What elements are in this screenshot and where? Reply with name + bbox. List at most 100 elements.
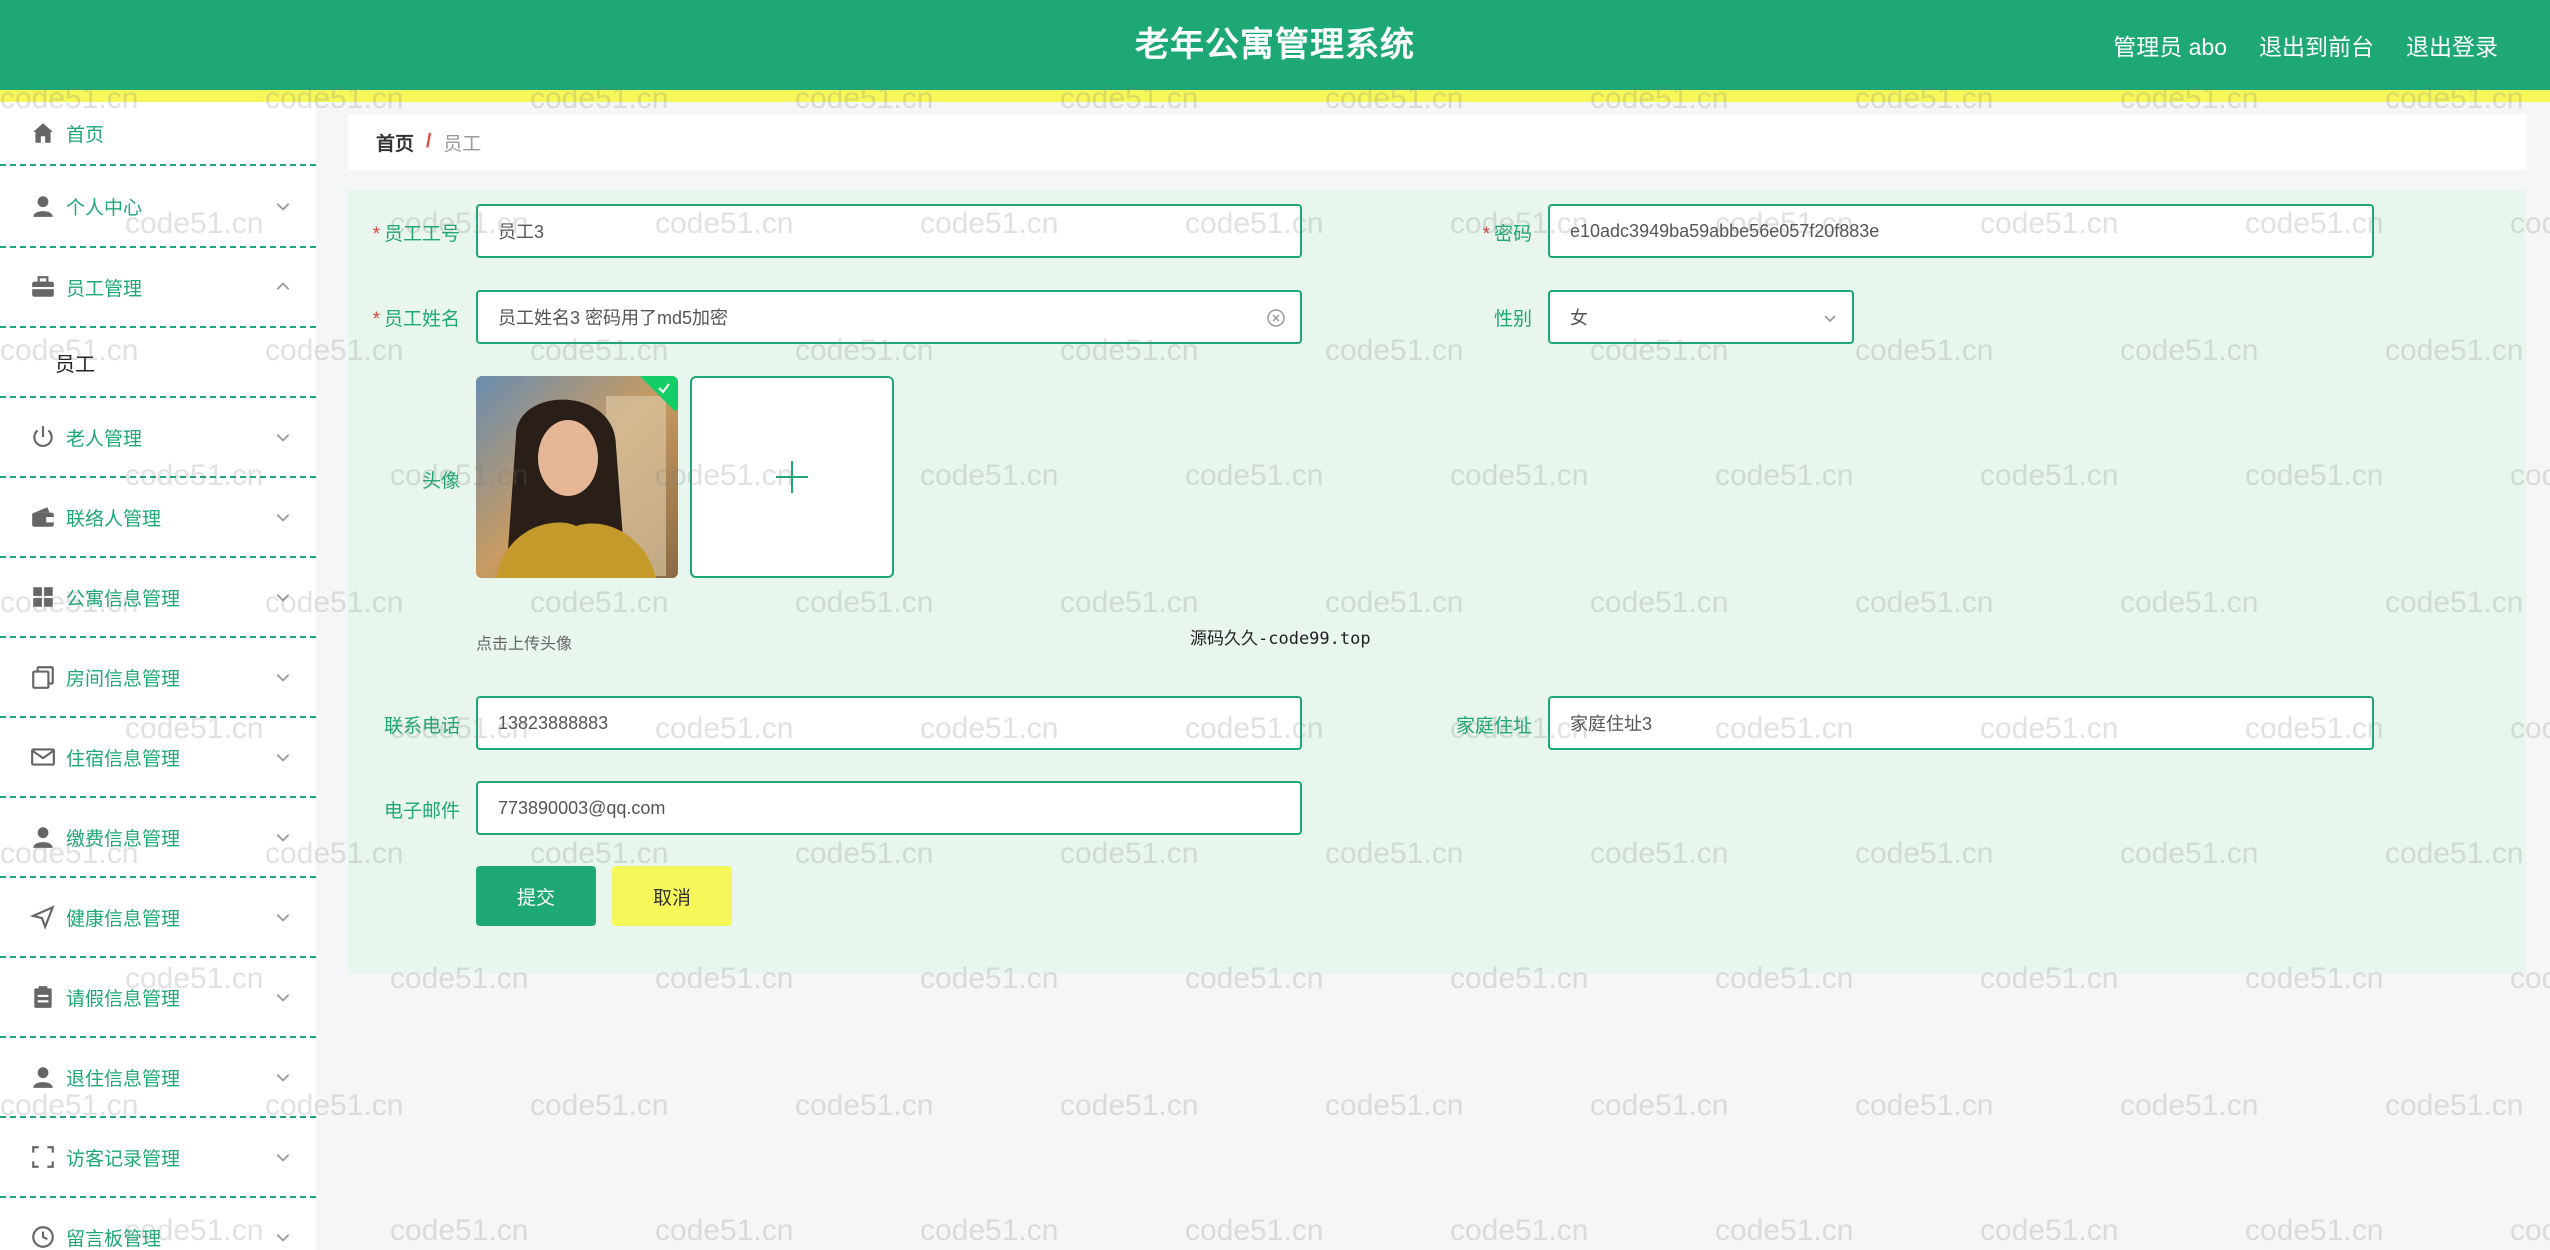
address-input[interactable]: 家庭住址3 — [1548, 696, 2374, 750]
sidebar-item-label: 退住信息管理 — [66, 1068, 181, 1090]
avatar-photo — [476, 376, 678, 578]
sidebar-item-visitor-records[interactable]: 访客记录管理 — [0, 1118, 316, 1198]
chevron-down-icon — [276, 594, 290, 602]
watermark-text: code51.cn — [1185, 1214, 1324, 1247]
briefcase-icon — [32, 276, 54, 297]
breadcrumb: 首页 / 员工 — [348, 114, 2526, 170]
wallet-icon — [32, 507, 54, 527]
plus-icon — [776, 461, 808, 493]
avatar-label: 头像 — [421, 471, 460, 492]
sidebar-item-label: 住宿信息管理 — [66, 748, 181, 770]
sidebar-item-label: 访客记录管理 — [66, 1148, 181, 1170]
watermark-text: code51.cn — [1715, 1214, 1854, 1247]
clipboard-icon — [34, 986, 52, 1008]
header-accent-stripe — [0, 90, 2550, 102]
user-icon — [33, 1067, 53, 1088]
mail-icon — [31, 748, 55, 766]
password-input[interactable]: e10adc3949ba59abbe56e057f20f883e — [1548, 204, 2374, 258]
sidebar-item-elderly-management[interactable]: 老人管理 — [0, 398, 316, 478]
copy-icon — [32, 666, 54, 689]
avatar[interactable] — [476, 376, 678, 578]
sidebar-item-label: 员工管理 — [66, 278, 143, 300]
check-icon — [658, 383, 670, 394]
gender-value: 女 — [1570, 308, 1588, 328]
sidebar-item-personal-center[interactable]: 个人中心 — [0, 166, 316, 248]
watermark-text: code51.cn — [2385, 1089, 2524, 1122]
watermark-text: code51.cn — [1325, 1089, 1464, 1122]
sidebar-item-lodging-info[interactable]: 住宿信息管理 — [0, 718, 316, 798]
sidebar-subitem-employee[interactable]: 员工 — [0, 328, 316, 398]
watermark-text: code51.cn — [1855, 1089, 1994, 1122]
chevron-up-icon — [276, 282, 290, 290]
sidebar-item-label: 缴费信息管理 — [66, 828, 181, 850]
password-label: * 密码 — [1482, 224, 1532, 245]
exit-to-frontend-link[interactable]: 退出到前台 — [2259, 28, 2374, 62]
sidebar-item-apartment-info[interactable]: 公寓信息管理 — [0, 558, 316, 638]
sidebar-item-contact-management[interactable]: 联络人管理 — [0, 478, 316, 558]
cancel-button[interactable]: 取消 — [612, 866, 732, 926]
send-icon — [30, 905, 55, 930]
chevron-down-icon — [276, 994, 290, 1002]
grid-icon — [33, 587, 53, 607]
sidebar-item-label: 健康信息管理 — [66, 908, 181, 930]
breadcrumb-current: 员工 — [443, 133, 482, 155]
watermark-text: code51.cn — [390, 1214, 529, 1247]
chevron-down-icon — [276, 1154, 290, 1162]
sidebar-item-room-info[interactable]: 房间信息管理 — [0, 638, 316, 718]
chevron-down-icon — [276, 1234, 290, 1242]
sidebar-item-leave-info[interactable]: 请假信息管理 — [0, 958, 316, 1038]
upload-hint: 点击上传头像 — [476, 636, 573, 653]
emp-no-label: * 员工工号 — [372, 224, 460, 245]
emp-no-input[interactable]: 员工3 — [476, 204, 1302, 258]
emp-name-label: * 员工姓名 — [372, 309, 460, 330]
user-icon — [33, 827, 53, 848]
admin-user-label[interactable]: 管理员 abo — [2113, 28, 2227, 62]
sidebar-item-home[interactable]: 首页 — [0, 102, 316, 166]
breadcrumb-home[interactable]: 首页 — [376, 129, 414, 156]
phone-input[interactable]: 13823888883 — [476, 696, 1302, 750]
watermark-text: code51.cn — [1590, 1089, 1729, 1122]
avatar-upload-button[interactable] — [690, 376, 894, 578]
chevron-down-icon — [276, 203, 290, 211]
emp-name-value: 员工姓名3 密码用了md5加密 — [498, 308, 729, 328]
watermark-text: code51.cn — [920, 1214, 1059, 1247]
home-icon — [33, 123, 53, 143]
watermark-text: code51.cn — [2510, 1214, 2550, 1247]
sidebar-item-payment-info[interactable]: 缴费信息管理 — [0, 798, 316, 878]
watermark-text: code51.cn — [655, 1214, 794, 1247]
gender-label: 性别 — [1493, 309, 1532, 330]
chevron-down-icon — [276, 674, 290, 682]
address-label: 家庭住址 — [1455, 716, 1532, 737]
chevron-down-icon — [276, 914, 290, 922]
power-icon — [33, 426, 53, 448]
sidebar-item-label: 公寓信息管理 — [66, 588, 181, 610]
chevron-down-icon — [1824, 315, 1836, 323]
watermark-text: code51.cn — [1980, 1214, 2119, 1247]
sidebar-item-checkout-info[interactable]: 退住信息管理 — [0, 1038, 316, 1118]
watermark-text: code51.cn — [1060, 1089, 1199, 1122]
sidebar-item-label: 首页 — [66, 124, 105, 146]
submit-button[interactable]: 提交 — [476, 866, 596, 926]
watermark-text: code51.cn — [2245, 1214, 2384, 1247]
scan-icon — [32, 1146, 54, 1168]
emp-name-input[interactable]: 员工姓名3 密码用了md5加密 — [476, 290, 1302, 344]
sidebar-item-message-board[interactable]: 留言板管理 — [0, 1198, 316, 1250]
watermark-text: code51.cn — [795, 1089, 934, 1122]
sidebar-item-label: 请假信息管理 — [66, 988, 181, 1010]
phone-label: 联系电话 — [383, 716, 460, 737]
email-label: 电子邮件 — [383, 801, 460, 822]
chevron-down-icon — [276, 1074, 290, 1082]
sidebar-item-health-info[interactable]: 健康信息管理 — [0, 878, 316, 958]
gender-select[interactable]: 女 — [1548, 290, 1854, 344]
sidebar: 首页 个人中心 员工管理 员工 老人管理 联络人管理 公寓信息管理 房间信息管理… — [0, 102, 316, 1250]
sidebar-item-label: 员工 — [55, 353, 95, 376]
clear-icon[interactable] — [1266, 308, 1286, 328]
user-icon — [33, 196, 53, 217]
sidebar-item-label: 个人中心 — [66, 197, 143, 219]
logout-link[interactable]: 退出登录 — [2406, 28, 2498, 62]
watermark-text: code51.cn — [530, 1089, 669, 1122]
chevron-down-icon — [276, 754, 290, 762]
chevron-down-icon — [276, 514, 290, 522]
email-input[interactable]: 773890003@qq.com — [476, 781, 1302, 835]
sidebar-item-employee-management[interactable]: 员工管理 — [0, 248, 316, 328]
